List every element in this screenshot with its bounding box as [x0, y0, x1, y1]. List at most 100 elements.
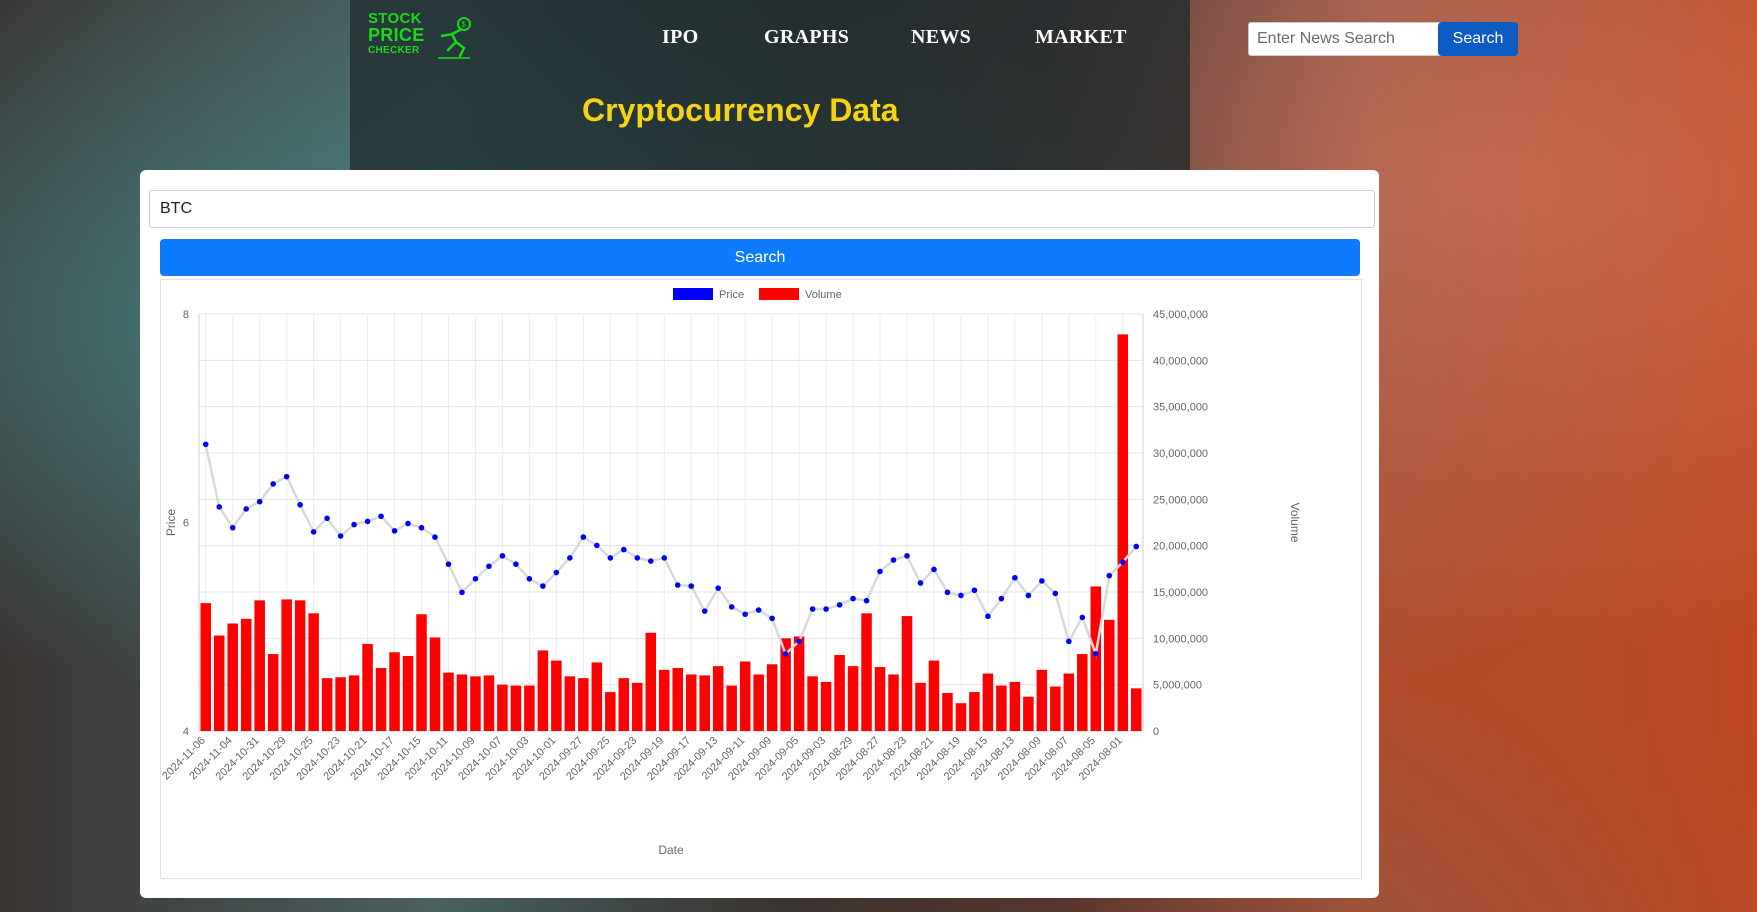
y-right-tick-label: 15,000,000 — [1153, 587, 1208, 599]
price-point — [904, 553, 910, 559]
volume-bar — [1117, 334, 1129, 731]
y-right-tick-label: 0 — [1153, 726, 1159, 738]
price-point — [472, 575, 479, 582]
volume-bar — [1130, 688, 1142, 731]
news-search-button[interactable]: Search — [1438, 22, 1518, 56]
volume-bar — [335, 677, 346, 731]
price-point — [850, 595, 856, 602]
logo[interactable]: STOCK PRICE CHECKER $ — [368, 11, 472, 64]
volume-bar — [254, 600, 265, 731]
legend-swatch-volume — [759, 288, 799, 300]
volume-bar — [942, 693, 953, 731]
price-point — [1093, 651, 1099, 657]
volume-bar — [294, 600, 306, 731]
price-point — [823, 606, 829, 612]
y-left-tick-label: 6 — [183, 518, 189, 530]
volume-bar — [847, 666, 859, 731]
price-point — [202, 441, 209, 448]
price-point — [418, 524, 425, 531]
y-right-tick-label: 20,000,000 — [1153, 541, 1208, 553]
price-point — [688, 583, 695, 589]
price-point — [809, 606, 816, 612]
volume-bar — [497, 684, 508, 731]
volume-bar — [1104, 619, 1115, 731]
price-point — [499, 553, 506, 559]
volume-bar — [564, 676, 576, 731]
price-point — [378, 513, 384, 520]
price-point — [553, 569, 560, 576]
y-right-axis-title: Volume — [1288, 502, 1302, 542]
volume-bar — [537, 650, 549, 731]
page-title: Cryptocurrency Data — [582, 92, 899, 128]
navbar: STOCK PRICE CHECKER $ IPO GRAPHS NEWS MA… — [0, 0, 1757, 80]
price-point — [1133, 543, 1140, 550]
price-point — [459, 589, 465, 596]
x-axis-title: Date — [658, 843, 684, 857]
price-point — [337, 533, 344, 539]
volume-bar — [200, 603, 212, 731]
logo-line3: CHECKER — [368, 45, 420, 56]
symbol-search-button[interactable]: Search — [160, 239, 1360, 276]
volume-bar — [793, 636, 805, 731]
volume-bar — [982, 673, 994, 731]
volume-bar — [605, 692, 616, 731]
y-right-tick-label: 40,000,000 — [1153, 355, 1208, 367]
crypto-card: Search 0 5,000,000 10,000,000 15,000,000 20,… — [140, 170, 1379, 898]
volume-bar — [348, 675, 360, 731]
nav-news[interactable]: NEWS — [911, 26, 971, 49]
y-right-tick-label: 30,000,000 — [1153, 448, 1208, 460]
volume-bar — [766, 664, 778, 731]
price-point — [998, 595, 1005, 602]
volume-bar — [1023, 696, 1034, 731]
y-right-tick-label: 10,000,000 — [1153, 633, 1208, 645]
price-point — [445, 561, 452, 567]
price-point — [432, 534, 438, 540]
nav-graphs[interactable]: GRAPHS — [764, 26, 849, 49]
volume-bar — [1077, 654, 1088, 731]
volume-bar — [456, 674, 468, 731]
nav-market[interactable]: MARKET — [1035, 26, 1127, 49]
price-point — [297, 501, 303, 508]
volume-bar — [1063, 673, 1075, 731]
price-point — [486, 563, 492, 570]
volume-bar — [739, 661, 751, 731]
price-point — [1066, 638, 1072, 645]
volume-bar — [281, 599, 292, 731]
volume-bar — [470, 676, 481, 731]
price-point — [917, 580, 924, 586]
price-point — [931, 566, 937, 573]
nav-ipo[interactable]: IPO — [662, 26, 698, 49]
price-point — [243, 506, 249, 512]
volume-bar — [240, 618, 252, 731]
volume-bar — [820, 681, 832, 731]
logo-line2: PRICE — [368, 25, 425, 45]
price-point — [782, 651, 789, 657]
volume-bar — [308, 613, 319, 731]
volume-bar — [915, 682, 926, 731]
volume-bar — [483, 675, 495, 731]
volume-bar — [753, 674, 764, 731]
y-right-tick-label: 25,000,000 — [1153, 494, 1208, 506]
volume-bar — [928, 660, 940, 731]
volume-bar — [632, 682, 643, 731]
volume-bar — [807, 676, 818, 731]
news-search-input[interactable] — [1248, 22, 1446, 56]
price-point — [621, 546, 627, 553]
price-point — [944, 589, 951, 596]
price-point — [567, 555, 573, 561]
symbol-input[interactable] — [149, 190, 1375, 228]
volume-bar — [389, 652, 400, 731]
price-point — [526, 575, 533, 582]
price-point — [405, 520, 411, 527]
chart-container: 0 5,000,000 10,000,000 15,000,000 20,000,000… — [160, 279, 1362, 879]
price-point — [1012, 574, 1018, 581]
volume-bar — [969, 692, 980, 731]
price-point — [351, 521, 357, 528]
price-line — [204, 444, 1138, 659]
logo-text: STOCK PRICE CHECKER — [368, 11, 425, 58]
volume-bar — [375, 667, 387, 731]
price-point — [270, 481, 276, 487]
price-point — [674, 582, 681, 588]
legend-swatch-price — [673, 288, 713, 300]
volume-bar — [213, 635, 225, 731]
